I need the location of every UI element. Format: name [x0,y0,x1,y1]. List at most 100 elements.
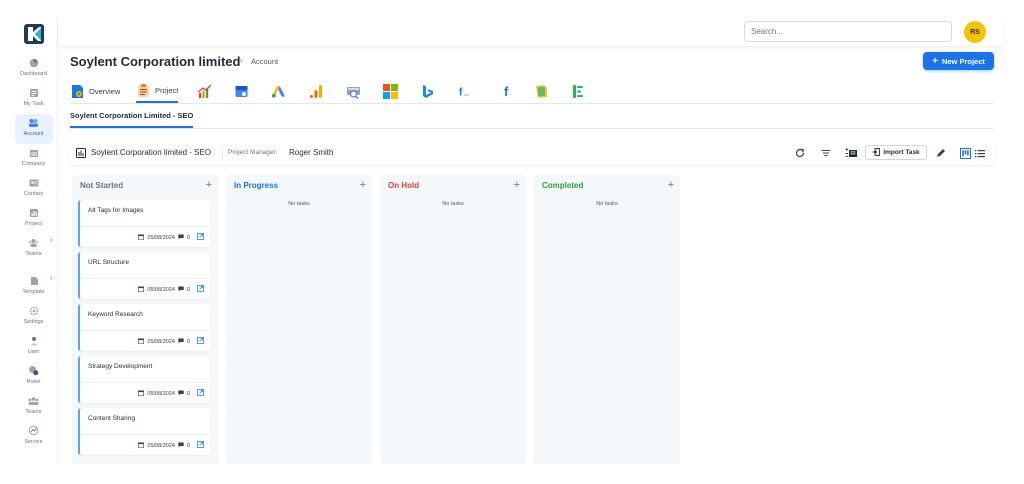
user-icon [28,335,39,346]
calendar-icon [138,286,145,294]
dashboard-icon [28,57,39,68]
task-date: 05/08/2024 [147,338,175,345]
task-card[interactable]: URL Structure 05/08/2024 0 [78,252,210,299]
tab-overview[interactable]: Overview [70,80,120,103]
task-date: 05/08/2024 [147,234,175,241]
sidebar-item-teams[interactable]: Teams › [15,234,52,264]
project-toolbar: Soylent Corporation limited - SEO Projec… [70,141,994,165]
bing-icon[interactable] [420,80,435,103]
task-card[interactable]: Keyword Research 05/08/2024 0 [78,304,210,351]
search-input[interactable] [744,21,952,42]
chevron-right-icon[interactable]: › [50,237,52,244]
sidebar-item-account[interactable]: Account [14,114,53,144]
new-project-label: New Project [941,56,985,66]
facebook-ads-icon[interactable]: f ads [458,80,473,103]
add-task-icon[interactable]: + [668,179,674,191]
search-console-icon[interactable] [346,80,361,103]
task-card[interactable]: Content Sharing 05/08/2024 0 [78,408,210,455]
teams-icon [28,237,39,248]
svg-text:ads: ads [464,93,470,97]
service-icon [28,425,39,436]
comment-count: 0 [186,390,190,397]
column-title: On Hold [388,181,420,190]
sidebar: Dashboard My Task Account Company Contac… [10,18,58,464]
divider [222,146,223,160]
sidebar-item-label: Teams [25,409,42,415]
settings-icon [28,305,39,316]
column-title: Completed [542,181,584,190]
app-logo[interactable] [23,24,44,44]
sidebar-item-service[interactable]: Service [15,422,53,452]
google-my-business-icon[interactable] [234,80,249,103]
project-manager-label: Project Manager: [228,149,278,156]
teams-group-icon [28,395,39,406]
chart-board-icon [76,148,86,158]
sidebar-item-teams-2[interactable]: Teams [15,392,53,422]
board-view-icon[interactable] [959,147,971,159]
divider [80,226,210,227]
contact-icon [28,177,39,188]
sidebar-item-dashboard[interactable]: Dashboard [15,54,53,84]
open-link-icon[interactable] [197,285,204,294]
task-date: 05/08/2024 [147,286,175,293]
sidebar-item-company[interactable]: Company [15,144,53,174]
add-task-icon[interactable]: + [360,179,366,191]
sidebar-item-label: Template [22,289,45,295]
open-link-icon[interactable] [197,337,204,346]
comment-icon [178,442,184,450]
sidebar-item-roles[interactable]: Roles [15,362,53,392]
add-task-icon[interactable]: + [514,179,520,191]
avatar[interactable]: RS [964,21,986,43]
sidebar-item-settings[interactable]: Settings [15,302,53,332]
add-list-icon[interactable] [845,147,857,159]
task-card[interactable]: Alt Tags for Images 05/08/2024 0 [78,200,210,247]
open-link-icon[interactable] [197,389,204,398]
overview-icon [70,84,85,99]
google-ads-icon[interactable] [271,80,286,103]
sidebar-item-label: Account [23,131,44,137]
calendar-icon [138,338,145,346]
tab-project-seo[interactable]: Soylent Corporation Limited - SEO [70,111,194,128]
breadcrumb[interactable]: Account [251,57,278,66]
comment-icon [178,390,184,398]
google-analytics-icon[interactable] [309,80,324,103]
filter-icon[interactable] [820,147,832,159]
sidebar-item-label: Service [24,439,43,445]
list-view-icon[interactable] [974,147,986,159]
sidebar-item-label: Company [21,161,46,167]
calendar-icon [138,390,145,398]
task-list-icon [28,87,39,98]
import-task-button[interactable]: Import Task [865,145,927,160]
column-not-started: Not Started + Alt Tags for Images 05/08/… [72,175,218,464]
sidebar-item-user[interactable]: User [15,332,53,362]
chevron-right-icon[interactable]: › [50,275,52,282]
task-meta: 05/08/2024 0 [138,389,204,398]
sidebar-item-label: Roles [26,379,41,385]
growth-chart-icon[interactable] [197,80,212,103]
sidebar-item-label: Dashboard [20,71,47,77]
svg-text:f: f [504,84,509,99]
refresh-icon[interactable] [794,147,806,159]
project-clipboard-icon [136,83,151,98]
import-task-label: Import Task [883,149,920,156]
microsoft-icon[interactable] [383,80,398,103]
column-title: In Progress [234,181,279,190]
task-card[interactable]: Strategy Development 05/08/2024 0 [78,356,210,403]
new-project-button[interactable]: + New Project [923,52,994,70]
project-name: Soylent Corporation limited - SEO [91,148,212,157]
sidebar-item-project[interactable]: Project [15,204,53,234]
sidebar-item-template[interactable]: Template › [15,272,52,302]
pencil-icon[interactable] [935,147,947,159]
sidebar-item-my-task[interactable]: My Task [15,84,53,114]
task-title: Alt Tags for Images [88,207,144,214]
open-link-icon[interactable] [197,441,204,450]
sidebar-item-contact[interactable]: Contact [15,174,53,204]
sidebar-item-label: My Task [23,101,44,107]
tag-manager-icon[interactable] [571,80,586,103]
open-link-icon[interactable] [197,233,204,242]
tab-project[interactable]: Project [136,80,179,103]
facebook-icon[interactable]: f [500,80,515,103]
google-sheets-icon[interactable] [534,80,549,103]
add-task-icon[interactable]: + [206,179,212,191]
column-on-hold: On Hold + No tasks [380,175,526,464]
